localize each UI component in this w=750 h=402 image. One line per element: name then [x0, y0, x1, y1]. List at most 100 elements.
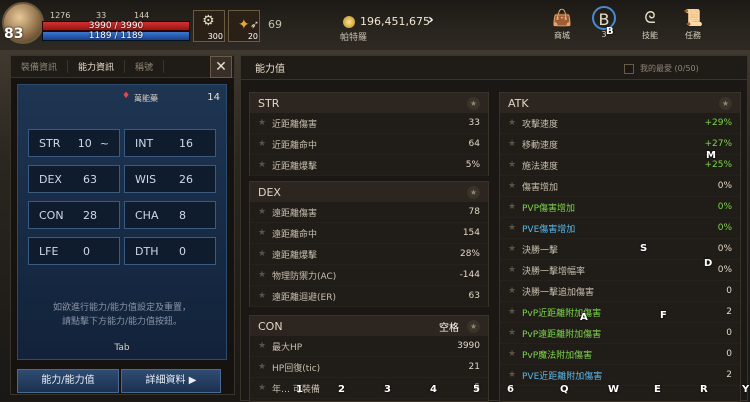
tab-equipment[interactable]: 裝備資訊 — [11, 60, 69, 73]
row-value: +29% — [704, 118, 732, 128]
row-label: PvP遠距離附加傷害 — [522, 329, 602, 340]
star-icon[interactable]: ★ — [508, 139, 522, 149]
favorite-checkbox[interactable] — [624, 63, 634, 74]
stat-name: INT — [135, 136, 154, 150]
top-hud: 83 1276 33 144 3990 / 3990 1189 / 1189 ⚙… — [0, 0, 750, 77]
stat-row[interactable]: ★ 遠距離爆擊 28% — [250, 244, 488, 265]
row-label: 傷害增加 — [522, 182, 559, 193]
hotkey-hint: 1 — [296, 384, 303, 395]
potion-icon: ♦ — [122, 91, 131, 101]
stat-row[interactable]: ★ PVP傷害增加 0% — [500, 197, 740, 218]
ability-value-button[interactable]: 能力/能力值 — [17, 369, 119, 393]
stat-row[interactable]: ★ 決勝一擊追加傷害 0 — [500, 281, 740, 302]
stat-row[interactable]: ★ 攻擊速度 +29% — [500, 113, 740, 134]
star-icon[interactable]: ★ — [508, 307, 522, 317]
stat-str[interactable]: STR 10 ~ — [28, 129, 120, 157]
stat-int[interactable]: INT 16 — [124, 129, 216, 157]
stat-row[interactable]: ★ PVE傷害增加 0% — [500, 218, 740, 239]
star-icon[interactable]: ★ — [508, 286, 522, 296]
stat-row[interactable]: ★ HP回復(tic) 21 — [250, 357, 488, 378]
star-icon[interactable]: ★ — [258, 362, 272, 372]
stat-lfe[interactable]: LFE 0 — [28, 237, 120, 265]
menu-quest[interactable]: 📜 任務 — [676, 6, 710, 41]
stat-row[interactable]: ★ PvP遠距離附加傷害 0 — [500, 323, 740, 344]
menu-shop[interactable]: 👜 商城 — [545, 6, 579, 41]
stat-value: 10 — [77, 136, 92, 150]
ability-info-panel: 裝備資訊 能力資訊 稱號 ✕ ♦ 萬能藥 14 STR 10 ~ INT 16 DEX… — [10, 55, 235, 395]
section-header: CON 空格 ★ — [250, 316, 488, 336]
star-icon[interactable]: ★ — [258, 139, 272, 149]
star-icon[interactable]: ★ — [258, 291, 272, 301]
wings-count: 69 — [268, 18, 282, 31]
star-icon[interactable]: ★ — [258, 228, 272, 238]
star-icon[interactable]: ★ — [508, 160, 522, 170]
stat-row[interactable]: ★ 最大HP 3990 — [250, 336, 488, 357]
stat-row[interactable]: ★ 年… 可裝備 5 — [250, 378, 488, 399]
stat-value: 26 — [179, 172, 193, 186]
stat-cha[interactable]: CHA 8 — [124, 201, 216, 229]
section-header: ATK ★ — [500, 93, 740, 113]
tab-title[interactable]: 稱號 — [125, 60, 165, 73]
stat-name: LFE — [39, 244, 59, 258]
star-icon[interactable]: ★ — [258, 270, 272, 280]
stat-row[interactable]: ★ 傷害增加 0% — [500, 176, 740, 197]
hotkey-hint: S — [640, 243, 648, 254]
star-icon[interactable]: ★ — [508, 181, 522, 191]
stat-row[interactable]: ★ 移動速度 +27% — [500, 134, 740, 155]
stat-row[interactable]: ★ 決勝一擊 0% — [500, 239, 740, 260]
star-icon[interactable]: ★ — [467, 319, 480, 333]
menu-shop-label: 商城 — [554, 31, 570, 40]
favorite-filter[interactable]: 我的最愛 (0/50) — [624, 63, 699, 74]
star-icon[interactable]: ★ — [258, 249, 272, 259]
row-label: 決勝一擊增幅率 — [522, 266, 586, 277]
menu-b[interactable]: B3 — [587, 6, 621, 39]
star-icon[interactable]: ★ — [467, 185, 480, 199]
stat-wis[interactable]: WIS 26 — [124, 165, 216, 193]
stat-value: 28 — [83, 208, 97, 222]
row-value: +25% — [704, 160, 732, 170]
star-icon[interactable]: ★ — [258, 160, 272, 170]
stat-row[interactable]: ★ 施法速度 +25% — [500, 155, 740, 176]
star-icon[interactable]: ★ — [508, 223, 522, 233]
star-icon[interactable]: ★ — [508, 265, 522, 275]
row-label: 施法速度 — [522, 161, 559, 172]
section-title: ATK — [508, 96, 529, 110]
star-icon[interactable]: ★ — [467, 96, 480, 110]
row-label: PVE近距離附加傷害 — [522, 371, 603, 382]
coin-icon — [343, 16, 355, 28]
stat-row[interactable]: ★ PvP魔法附加傷害 0 — [500, 344, 740, 365]
star-icon[interactable]: ★ — [258, 341, 272, 351]
detail-button[interactable]: 詳細資料 ▶ — [121, 369, 221, 393]
row-value: 63 — [468, 291, 480, 301]
stat-row[interactable]: ★ 近距離傷害 33 — [250, 113, 488, 134]
menu-skill[interactable]: ᘓ 技能 — [633, 6, 667, 41]
row-value: 28% — [459, 249, 480, 259]
stat-row[interactable]: ★ 遠距離迴避(ER) 63 — [250, 286, 488, 307]
stat-row[interactable]: ★ 遠距離傷害 78 — [250, 202, 488, 223]
star-icon[interactable]: ★ — [258, 207, 272, 217]
panel-close-button[interactable]: ✕ — [210, 56, 232, 78]
tab-ability[interactable]: 能力資訊 — [68, 60, 126, 73]
stat-row[interactable]: ★ PvP近距離附加傷害 2 — [500, 302, 740, 323]
stat-dth[interactable]: DTH 0 — [124, 237, 216, 265]
stat-row[interactable]: ★ 近距離爆擊 5% — [250, 155, 488, 176]
stat-row[interactable]: ★ 遠距離命中 154 — [250, 223, 488, 244]
star-icon[interactable]: ★ — [508, 118, 522, 128]
stat-con[interactable]: CON 28 — [28, 201, 120, 229]
row-value: 78 — [468, 207, 480, 217]
star-icon[interactable]: ★ — [508, 202, 522, 212]
star-icon[interactable]: ★ — [508, 328, 522, 338]
star-icon[interactable]: ★ — [508, 349, 522, 359]
stat-dex[interactable]: DEX 63 — [28, 165, 120, 193]
chevron-right-icon[interactable]: › — [428, 12, 442, 30]
character-level: 83 — [4, 26, 24, 42]
star-icon[interactable]: ★ — [258, 118, 272, 128]
stat-row[interactable]: ★ 物理防禦力(AC) -144 — [250, 265, 488, 286]
star-icon[interactable]: ★ — [719, 96, 732, 110]
stat-row[interactable]: ★ 近距離命中 64 — [250, 134, 488, 155]
stat-row[interactable]: ★ PVE近距離附加傷害 2 — [500, 365, 740, 386]
gear-slot[interactable]: ⚙ 300 — [193, 10, 225, 42]
star-icon[interactable]: ★ — [508, 370, 522, 380]
star-icon[interactable]: ★ — [508, 244, 522, 254]
star-icon[interactable]: ★ — [258, 383, 272, 393]
